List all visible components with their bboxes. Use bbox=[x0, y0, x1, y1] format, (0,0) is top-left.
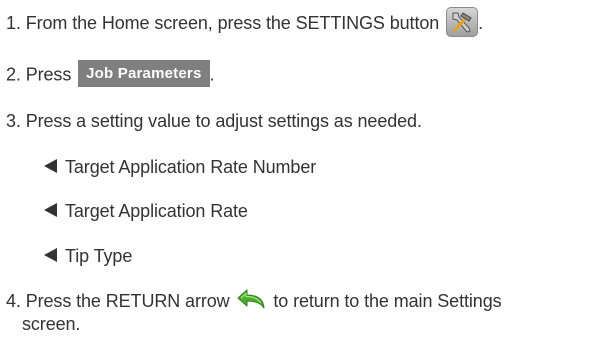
step-4-prefix: 4. Press the RETURN arrow bbox=[6, 290, 230, 311]
settings-list-item-label: Target Application Rate bbox=[65, 201, 248, 221]
step-4-continuation: screen. bbox=[22, 315, 80, 333]
job-parameters-button[interactable]: Job Parameters bbox=[78, 60, 210, 87]
step-2-suffix: . bbox=[209, 64, 215, 85]
step-1: 1. From the Home screen, press the SETTI… bbox=[6, 7, 483, 39]
step-1-text: 1. From the Home screen, press the SETTI… bbox=[6, 12, 440, 33]
step-3: 3. Press a setting value to adjust setti… bbox=[6, 112, 422, 130]
return-arrow-icon bbox=[236, 288, 266, 312]
settings-list-item: Target Application Rate bbox=[44, 202, 248, 220]
step-4-suffix: to return to the main Settings bbox=[273, 290, 502, 311]
settings-tools-icon bbox=[446, 7, 479, 37]
left-triangle-icon bbox=[44, 203, 57, 218]
settings-list-item: Target Application Rate Number bbox=[44, 158, 316, 176]
left-triangle-icon bbox=[44, 248, 57, 263]
instructions-page: 1. From the Home screen, press the SETTI… bbox=[0, 0, 610, 344]
settings-list-item-label: Target Application Rate Number bbox=[65, 157, 317, 177]
left-triangle-icon bbox=[44, 159, 57, 174]
settings-list-item: Tip Type bbox=[44, 247, 132, 265]
step-2-prefix: 2. Press bbox=[6, 64, 72, 85]
settings-list-item-label: Tip Type bbox=[65, 246, 133, 266]
step-1-suffix: . bbox=[478, 12, 483, 33]
step-4-continuation-text: screen. bbox=[22, 314, 81, 334]
step-2: 2. Press Job Parameters. bbox=[6, 60, 215, 89]
step-3-text: 3. Press a setting value to adjust setti… bbox=[6, 111, 422, 131]
step-4: 4. Press the RETURN arrow to return to t… bbox=[6, 288, 502, 314]
